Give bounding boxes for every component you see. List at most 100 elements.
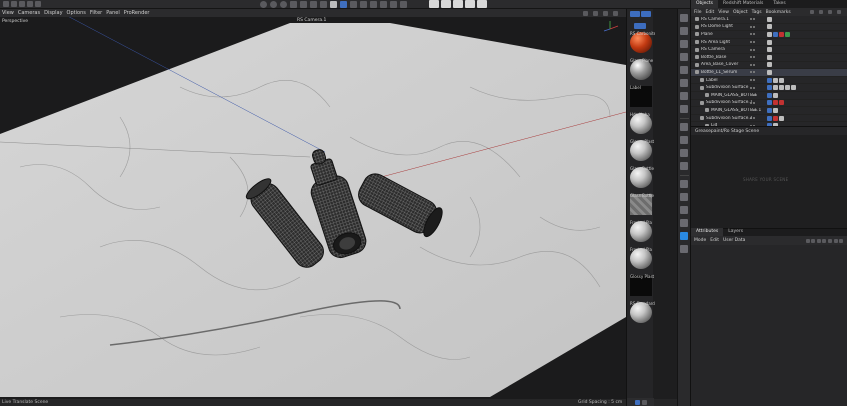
render-active-icon[interactable] xyxy=(309,1,317,8)
snap-icon[interactable] xyxy=(680,136,688,144)
add-icon[interactable] xyxy=(833,238,838,243)
tag-icon[interactable] xyxy=(772,115,778,121)
cube-primitive-icon[interactable] xyxy=(329,1,337,8)
deformer-icon[interactable] xyxy=(369,1,377,8)
model-mode-icon[interactable] xyxy=(680,27,688,35)
visibility-flags[interactable] xyxy=(749,71,756,74)
object-row[interactable]: RS Camera xyxy=(691,46,847,54)
tab-takes[interactable]: Takes xyxy=(768,0,790,8)
material-item[interactable]: Label xyxy=(628,85,653,113)
view-layout-icon[interactable] xyxy=(613,10,618,16)
tag-icon[interactable] xyxy=(772,85,778,91)
viewport-menu-cameras[interactable]: Cameras xyxy=(18,10,40,16)
light-icon[interactable] xyxy=(399,1,407,8)
tag-icon[interactable] xyxy=(766,47,772,53)
make-editable-icon[interactable] xyxy=(680,14,688,22)
material-item[interactable]: RS Standard xyxy=(628,301,655,329)
scene-icon[interactable] xyxy=(379,1,387,8)
tag-icon[interactable] xyxy=(772,100,778,106)
tag-icon[interactable] xyxy=(772,77,778,83)
material-add-button[interactable] xyxy=(629,11,640,17)
search-icon[interactable] xyxy=(810,10,814,14)
grid-icon[interactable] xyxy=(680,232,688,240)
subdivision-icon[interactable] xyxy=(349,1,357,8)
viewport-menu-prorender[interactable]: ProRender xyxy=(124,10,150,16)
tab-attributes[interactable]: Attributes xyxy=(691,228,724,236)
render-queue-icon[interactable] xyxy=(453,0,463,8)
object-row[interactable]: Bottle_Base xyxy=(691,54,847,62)
objects-menu-tags[interactable]: Tags xyxy=(752,10,762,15)
object-row[interactable]: Bottle_L1_Serum xyxy=(691,69,847,77)
object-row[interactable]: Plane xyxy=(691,31,847,39)
visibility-flags[interactable] xyxy=(749,101,756,104)
tag-icon[interactable] xyxy=(766,31,772,37)
visibility-flags[interactable] xyxy=(749,63,756,66)
camera-select[interactable]: RS Camera.1 xyxy=(297,18,331,25)
coordinate-system-icon[interactable] xyxy=(289,1,297,8)
settings-icon[interactable] xyxy=(837,10,841,14)
zoom-icon[interactable] xyxy=(593,10,598,16)
camera-icon[interactable] xyxy=(389,1,397,8)
settings-icon[interactable] xyxy=(839,238,844,243)
solo-icon[interactable] xyxy=(680,180,688,188)
pen-tool-icon[interactable] xyxy=(339,1,347,8)
render-settings-icon[interactable] xyxy=(319,1,327,8)
material-scroll-icon[interactable] xyxy=(641,399,647,405)
tag-icon[interactable] xyxy=(766,54,772,60)
tag-icon[interactable] xyxy=(791,85,797,91)
arrow-left-icon[interactable] xyxy=(805,238,810,243)
tag-icon[interactable] xyxy=(766,92,772,98)
visibility-flags[interactable] xyxy=(749,25,756,28)
z-axis-icon[interactable] xyxy=(279,1,287,8)
visibility-flags[interactable] xyxy=(749,48,756,51)
attr-menu-mode[interactable]: Mode xyxy=(694,238,706,243)
workplane-icon[interactable] xyxy=(680,149,688,157)
arrow-right-icon[interactable] xyxy=(816,238,821,243)
viewport-menu-display[interactable]: Display xyxy=(44,10,62,16)
visibility-flags[interactable] xyxy=(749,86,756,89)
material-item[interactable]: Glass Bottle xyxy=(628,193,654,221)
points-mode-icon[interactable] xyxy=(680,53,688,61)
material-nav-icon[interactable] xyxy=(634,399,640,405)
object-row[interactable]: Area_Base_Cover xyxy=(691,62,847,70)
object-row[interactable]: RS Area Light xyxy=(691,39,847,47)
tag-icon[interactable] xyxy=(778,85,784,91)
save-icon[interactable] xyxy=(441,0,451,8)
tag-icon[interactable] xyxy=(766,24,772,30)
redo-icon[interactable] xyxy=(11,1,17,7)
material-item[interactable]: Glass Plane xyxy=(628,58,653,86)
pan-icon[interactable] xyxy=(583,10,588,16)
material-item[interactable]: Frosted Pla xyxy=(628,247,653,275)
tab-redshift-materials[interactable]: Redshift Materials xyxy=(718,0,768,8)
object-row[interactable]: RS Camera.1 xyxy=(691,16,847,24)
search-icon[interactable] xyxy=(822,238,827,243)
attr-menu-user-data[interactable]: User Data xyxy=(723,238,745,243)
scale-tool-icon[interactable] xyxy=(27,1,33,7)
object-row[interactable]: MAIN_GLASS_BOTTLE.1 xyxy=(691,107,847,115)
lock-icon[interactable] xyxy=(828,238,833,243)
tag-icon[interactable] xyxy=(778,77,784,83)
tag-icon[interactable] xyxy=(766,62,772,68)
layout-icon[interactable] xyxy=(429,0,439,8)
material-layer-tab[interactable] xyxy=(634,22,646,29)
material-item[interactable]: Glossy Plast xyxy=(628,139,654,167)
viewport-solo-icon[interactable] xyxy=(680,193,688,201)
visibility-flags[interactable] xyxy=(749,117,756,120)
object-row[interactable]: MAIN_GLASS_BOTTLE xyxy=(691,92,847,100)
uv-mode-icon[interactable] xyxy=(680,92,688,100)
object-row[interactable]: Subdivision Surface xyxy=(691,84,847,92)
material-item[interactable]: Glossy Plast xyxy=(628,274,654,302)
object-row[interactable]: Label xyxy=(691,77,847,85)
visibility-flags[interactable] xyxy=(749,94,756,97)
tweak-mode-icon[interactable] xyxy=(680,123,688,131)
material-item[interactable]: Hdr Alpha xyxy=(628,112,653,140)
objects-menu-file[interactable]: File xyxy=(694,10,702,15)
objects-menu-bookmarks[interactable]: Bookmarks xyxy=(766,10,791,15)
visibility-flags[interactable] xyxy=(749,109,756,112)
objects-menu-view[interactable]: View xyxy=(718,10,729,15)
tab-layers[interactable]: Layers xyxy=(723,228,748,236)
tag-icon[interactable] xyxy=(766,107,772,113)
orbit-icon[interactable] xyxy=(603,10,608,16)
object-row[interactable]: RS Dome Light xyxy=(691,24,847,32)
viewport-menu-view[interactable]: View xyxy=(2,10,14,16)
